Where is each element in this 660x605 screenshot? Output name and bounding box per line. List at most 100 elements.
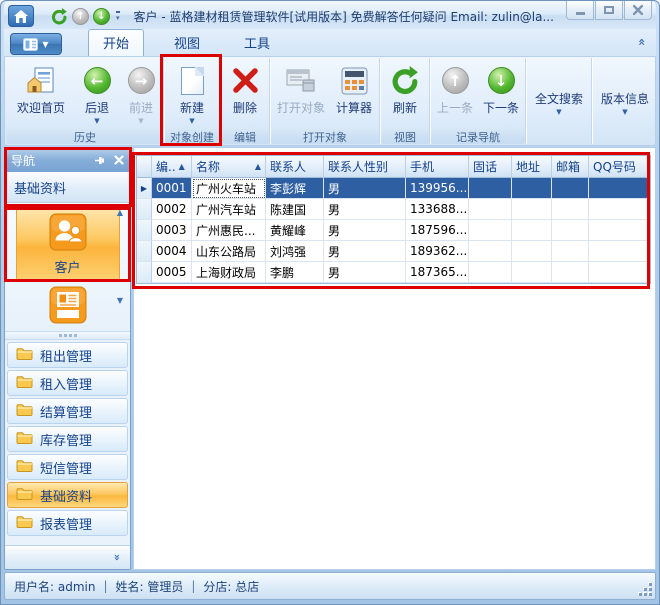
table-cell[interactable]: 男 <box>324 178 406 199</box>
table-cell[interactable]: 0004 <box>152 241 192 262</box>
table-cell[interactable]: 男 <box>324 262 406 283</box>
up-arrow-icon[interactable]: ↑ <box>72 8 89 25</box>
table-cell[interactable]: 陈建国 <box>266 199 324 220</box>
ribbon-button-g4-1[interactable]: 打开对象 <box>272 60 330 127</box>
sidebar-menu-item-2[interactable]: 租入管理 <box>7 370 128 396</box>
pane-options-strip[interactable]: « <box>5 545 130 569</box>
table-cell[interactable]: 广州汽车站 <box>192 199 266 220</box>
table-cell[interactable] <box>512 241 552 262</box>
ribbon-button-tall-1[interactable]: 全文搜索▼ <box>528 88 590 116</box>
close-button[interactable] <box>624 1 652 20</box>
table-cell[interactable]: 139956... <box>406 178 469 199</box>
tab-3[interactable]: 工具 <box>230 30 284 56</box>
sidebar-menu-item-3[interactable]: 结算管理 <box>7 398 128 424</box>
tab-1[interactable]: 开始 <box>88 29 144 56</box>
table-cell[interactable]: 山东公路局 <box>192 241 266 262</box>
column-header-8[interactable]: 邮箱 <box>552 156 589 178</box>
table-cell[interactable]: 刘鸿强 <box>266 241 324 262</box>
minimize-button[interactable] <box>566 1 594 20</box>
table-cell[interactable]: 上海财政局 <box>192 262 266 283</box>
table-cell[interactable]: 广州火车站 <box>192 178 266 199</box>
ribbon-button-g3-1[interactable]: 删除 <box>222 60 268 127</box>
sidebar-menu-item-6[interactable]: 基础资料 <box>7 482 128 508</box>
table-cell[interactable]: 男 <box>324 199 406 220</box>
table-cell[interactable]: 男 <box>324 220 406 241</box>
column-header-5[interactable]: 手机 <box>406 156 469 178</box>
ribbon-button-tall-2[interactable]: 版本信息▼ <box>594 88 656 116</box>
table-row-4[interactable]: 0004山东公路局刘鸿强男189362... <box>137 241 650 262</box>
table-cell[interactable] <box>589 241 650 262</box>
table-cell[interactable] <box>589 178 650 199</box>
ribbon-button-g1-2[interactable]: ←后退▼ <box>74 60 120 127</box>
scroll-up-icon[interactable]: ▲ <box>117 208 123 217</box>
table-cell[interactable] <box>552 220 589 241</box>
ribbon-button-g6-1[interactable]: ↑上一条 <box>432 60 478 127</box>
pane-splitter-handle[interactable] <box>5 331 130 340</box>
collapse-ribbon-icon[interactable]: « <box>635 38 649 46</box>
table-row-1[interactable]: ▶0001广州火车站李彭辉男139956... <box>137 178 650 199</box>
table-cell[interactable] <box>552 178 589 199</box>
column-header-9[interactable]: QQ号码 <box>589 156 650 178</box>
ribbon-button-g1-3[interactable]: →前进▼ <box>120 60 162 127</box>
column-header-1[interactable]: 编..▲ <box>152 156 192 178</box>
column-header-7[interactable]: 地址 <box>512 156 552 178</box>
ribbon-button-g5-1[interactable]: 刷新 <box>382 60 428 127</box>
ribbon-button-g1-1[interactable]: 欢迎首页 <box>8 60 74 127</box>
table-cell[interactable] <box>589 220 650 241</box>
table-cell[interactable]: 男 <box>324 241 406 262</box>
table-cell[interactable] <box>589 262 650 283</box>
table-cell[interactable] <box>512 199 552 220</box>
table-row-3[interactable]: 0003广州惠民...黄耀峰男187596... <box>137 220 650 241</box>
table-cell[interactable]: 广州惠民... <box>192 220 266 241</box>
qat-dropdown-icon[interactable]: ▾ <box>116 11 120 22</box>
table-cell[interactable] <box>469 220 512 241</box>
maximize-button[interactable] <box>595 1 623 20</box>
ribbon-button-g2-1[interactable]: 新建▼ <box>166 60 218 127</box>
table-cell[interactable]: 133688... <box>406 199 469 220</box>
sidebar-shortcut-1[interactable]: 客户 <box>16 207 120 281</box>
ribbon-button-g6-2[interactable]: ↓下一条 <box>478 60 524 127</box>
table-cell[interactable] <box>512 178 552 199</box>
table-cell[interactable] <box>552 241 589 262</box>
table-cell[interactable] <box>512 262 552 283</box>
tab-2[interactable]: 视图 <box>160 30 214 56</box>
table-cell[interactable]: 李彭辉 <box>266 178 324 199</box>
scroll-down-icon[interactable]: ▼ <box>117 296 123 305</box>
resize-grip[interactable] <box>639 583 652 596</box>
table-cell[interactable]: 李鹏 <box>266 262 324 283</box>
table-cell[interactable]: 黄耀峰 <box>266 220 324 241</box>
refresh-icon[interactable] <box>50 7 68 25</box>
table-cell[interactable]: 189362... <box>406 241 469 262</box>
table-row-5[interactable]: 0005上海财政局李鹏男187365... <box>137 262 650 283</box>
table-cell[interactable]: 0001 <box>152 178 192 199</box>
table-cell[interactable] <box>469 178 512 199</box>
table-cell[interactable]: 0005 <box>152 262 192 283</box>
application-menu-button[interactable]: ▼ <box>10 33 62 55</box>
table-cell[interactable]: 0002 <box>152 199 192 220</box>
table-cell[interactable]: 0003 <box>152 220 192 241</box>
sidebar-shortcut-2[interactable]: 租赁站 <box>16 281 120 331</box>
home-icon[interactable] <box>8 5 34 27</box>
column-header-2[interactable]: 名称▲ <box>192 156 266 178</box>
table-cell[interactable]: 187596... <box>406 220 469 241</box>
table-cell[interactable]: 187365... <box>406 262 469 283</box>
table-cell[interactable] <box>552 262 589 283</box>
table-row-2[interactable]: 0002广州汽车站陈建国男133688... <box>137 199 650 220</box>
pin-icon[interactable] <box>95 155 106 166</box>
table-cell[interactable] <box>469 199 512 220</box>
table-cell[interactable] <box>552 199 589 220</box>
down-arrow-icon[interactable]: ↓ <box>93 8 110 25</box>
column-header-6[interactable]: 固话 <box>469 156 512 178</box>
table-cell[interactable] <box>512 220 552 241</box>
ribbon-button-g4-2[interactable]: 计算器 <box>330 60 378 127</box>
table-cell[interactable] <box>469 241 512 262</box>
sidebar-menu-item-4[interactable]: 库存管理 <box>7 426 128 452</box>
column-header-3[interactable]: 联系人 <box>266 156 324 178</box>
close-pane-icon[interactable] <box>114 155 124 165</box>
sidebar-menu-item-7[interactable]: 报表管理 <box>7 510 128 536</box>
sidebar-menu-item-1[interactable]: 租出管理 <box>7 342 128 368</box>
table-cell[interactable] <box>589 199 650 220</box>
sidebar-menu-item-5[interactable]: 短信管理 <box>7 454 128 480</box>
table-cell[interactable] <box>469 262 512 283</box>
column-header-4[interactable]: 联系人性别 <box>324 156 406 178</box>
